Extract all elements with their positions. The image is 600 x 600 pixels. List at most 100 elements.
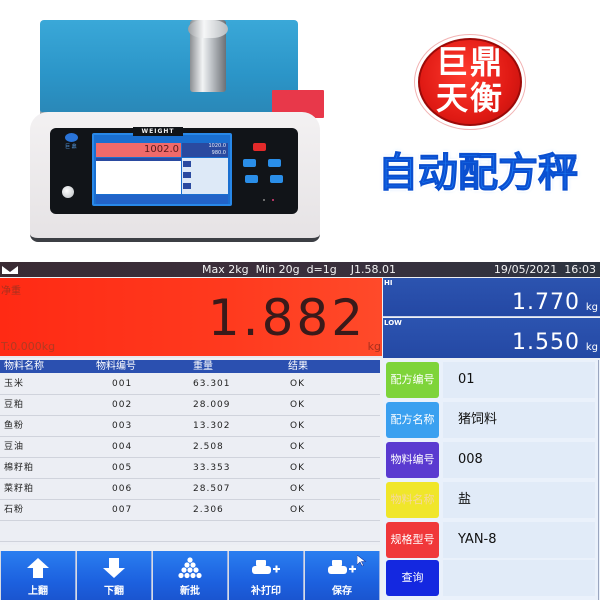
low-limit-value: 1.550 bbox=[512, 330, 580, 355]
page-up-button[interactable]: 上翻 bbox=[1, 551, 76, 600]
new-batch-label: 新批 bbox=[180, 586, 200, 597]
save-label: 保存 bbox=[332, 586, 352, 597]
spec-model-value[interactable]: YAN-8 bbox=[443, 522, 595, 558]
table-header: 物料名称 物料编号 重量 结果 bbox=[0, 360, 380, 373]
low-limit-unit: kg bbox=[585, 342, 598, 353]
device-table-header bbox=[96, 158, 181, 161]
device-key-icon bbox=[243, 159, 256, 167]
material-name-row: 物料名称 盐 bbox=[383, 482, 600, 520]
cell-material-name: 鱼粉 bbox=[4, 421, 25, 431]
cell-weight: 13.302 bbox=[193, 421, 231, 431]
spec-model-tag[interactable]: 规格型号 bbox=[386, 522, 439, 558]
table-row[interactable]: 菜籽粕 006 28.507 OK bbox=[0, 479, 380, 500]
chevron-down-icon[interactable] bbox=[2, 266, 18, 274]
cell-weight: 28.009 bbox=[193, 400, 231, 410]
query-result-field bbox=[443, 560, 595, 596]
recipe-info-panel: 配方编号 01 配方名称 猪饲料 物料编号 008 物料名称 盐 规格型号 YA… bbox=[383, 360, 600, 600]
net-weight-panel: 净重 1.882 kg T:0.000kg bbox=[0, 278, 382, 358]
table-row[interactable]: 鱼粉 003 13.302 OK bbox=[0, 416, 380, 437]
table-row-empty[interactable] bbox=[0, 521, 380, 542]
cell-material-code: 006 bbox=[112, 484, 133, 494]
hi-limit-value: 1.770 bbox=[512, 290, 580, 315]
datetime: 19/05/2021 16:03 bbox=[493, 263, 596, 276]
recipe-name-row: 配方名称 猪饲料 bbox=[383, 402, 600, 440]
query-button[interactable]: 查询 bbox=[386, 560, 439, 596]
led-indicator-icon bbox=[263, 199, 265, 201]
material-name-tag[interactable]: 物料名称 bbox=[386, 482, 439, 518]
net-weight-label: 净重 bbox=[1, 286, 21, 297]
table-row[interactable]: 豆油 004 2.508 OK bbox=[0, 437, 380, 458]
bottom-toolbar: 上翻 下翻 新批 补打印 保存 bbox=[0, 551, 380, 600]
device-net-value: 1002.0 bbox=[144, 144, 179, 155]
led-indicator-icon bbox=[272, 199, 274, 201]
stack-icon bbox=[178, 557, 202, 579]
power-button bbox=[62, 186, 74, 198]
page-down-label: 下翻 bbox=[104, 586, 124, 597]
material-code-value[interactable]: 008 bbox=[443, 442, 595, 478]
printer-plus-icon bbox=[252, 560, 280, 574]
device-side-tag bbox=[183, 183, 191, 189]
arrow-up-icon bbox=[27, 558, 49, 578]
scale-screen: Max 2kg Min 20g d=1g J1.58.01 19/05/2021… bbox=[0, 262, 600, 600]
new-batch-button[interactable]: 新批 bbox=[153, 551, 228, 600]
cell-result: OK bbox=[290, 442, 305, 452]
cell-result: OK bbox=[290, 421, 305, 431]
net-weight-unit: kg bbox=[367, 340, 381, 353]
calibration-weight-cap bbox=[188, 20, 228, 38]
device-side-tag bbox=[183, 172, 191, 178]
hi-limit-unit: kg bbox=[585, 302, 598, 313]
material-table: 物料名称 物料编号 重量 结果 玉米 001 63.301 OK 豆粕 002 … bbox=[0, 360, 380, 545]
column-header-result[interactable]: 结果 bbox=[288, 360, 308, 373]
cell-weight: 2.508 bbox=[193, 442, 224, 452]
device-logo-text: 巨 鼎 bbox=[65, 144, 77, 150]
cell-result: OK bbox=[290, 400, 305, 410]
table-row[interactable]: 石粉 007 2.306 OK bbox=[0, 500, 380, 521]
arrow-down-icon bbox=[103, 558, 125, 578]
product-title: 自动配方秤 bbox=[378, 150, 579, 197]
device-logo-icon bbox=[65, 133, 78, 142]
page-up-label: 上翻 bbox=[28, 586, 48, 597]
device-lo-value: 980.0 bbox=[182, 150, 228, 157]
recipe-code-tag[interactable]: 配方编号 bbox=[386, 362, 439, 398]
table-row[interactable]: 玉米 001 63.301 OK bbox=[0, 374, 380, 395]
column-header-material-code[interactable]: 物料编号 bbox=[96, 360, 136, 373]
hi-limit-panel: HI 1.770 kg bbox=[383, 278, 600, 317]
column-header-weight[interactable]: 重量 bbox=[193, 360, 213, 373]
cell-material-name: 豆粕 bbox=[4, 400, 25, 410]
mouse-cursor-icon bbox=[357, 555, 367, 567]
cell-material-name: 石粉 bbox=[4, 505, 25, 515]
cell-material-name: 棉籽粕 bbox=[4, 463, 35, 473]
brand-name: 巨鼎 天衡 bbox=[418, 44, 522, 116]
cell-material-code: 001 bbox=[112, 379, 133, 389]
material-name-value[interactable]: 盐 bbox=[443, 482, 595, 518]
table-row[interactable]: 棉籽粕 005 33.353 OK bbox=[0, 458, 380, 479]
scale-spec: Max 2kg Min 20g d=1g J1.58.01 bbox=[202, 263, 396, 276]
cell-weight: 2.306 bbox=[193, 505, 224, 515]
recipe-code-row: 配方编号 01 bbox=[383, 362, 600, 400]
material-code-tag[interactable]: 物料编号 bbox=[386, 442, 439, 478]
recipe-name-value[interactable]: 猪饲料 bbox=[443, 402, 595, 438]
tare-value: T:0.000kg bbox=[1, 340, 56, 353]
reprint-label: 补打印 bbox=[251, 586, 281, 597]
cell-material-code: 007 bbox=[112, 505, 133, 515]
printer-plus-icon bbox=[328, 560, 356, 574]
spec-model-row: 规格型号 YAN-8 bbox=[383, 522, 600, 560]
panel-edge bbox=[598, 360, 599, 600]
save-button[interactable]: 保存 bbox=[305, 551, 380, 600]
column-header-material-name[interactable]: 物料名称 bbox=[4, 360, 44, 373]
device-side-tag bbox=[183, 161, 191, 167]
cell-material-name: 菜籽粕 bbox=[4, 484, 35, 494]
cell-weight: 33.353 bbox=[193, 463, 231, 473]
product-photo: 巨 鼎 WEIGHT 1002.0 1020.0 980.0 巨鼎 天衡 自动配… bbox=[0, 0, 600, 258]
brand-name-line2: 天衡 bbox=[435, 79, 504, 117]
recipe-code-value[interactable]: 01 bbox=[443, 362, 595, 398]
table-row[interactable]: 豆粕 002 28.009 OK bbox=[0, 395, 380, 416]
scale-platform bbox=[40, 20, 324, 118]
page-down-button[interactable]: 下翻 bbox=[77, 551, 152, 600]
reprint-button[interactable]: 补打印 bbox=[229, 551, 304, 600]
device-key-icon bbox=[245, 175, 258, 183]
recipe-name-tag[interactable]: 配方名称 bbox=[386, 402, 439, 438]
hi-limit-label: HI bbox=[384, 279, 393, 287]
device-key-tare-icon bbox=[253, 143, 266, 151]
low-limit-label: LOW bbox=[384, 319, 402, 327]
